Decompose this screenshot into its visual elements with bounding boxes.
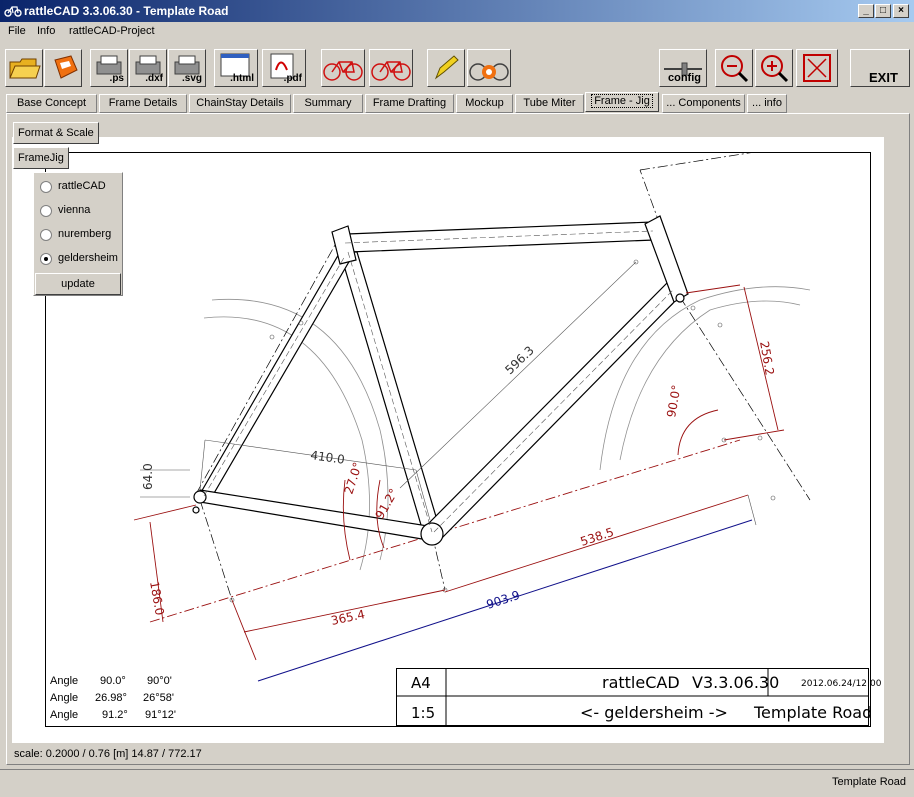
status-bar: Template Road <box>0 769 914 793</box>
drawing-date: 2012.06.24/12:00 <box>801 679 882 689</box>
radio-button[interactable] <box>40 205 52 217</box>
title-block: A4 rattleCAD V3.3.06.30 2012.06.24/12:00… <box>396 668 882 726</box>
dim-365: 365.4 <box>330 607 367 628</box>
status-project-name: Template Road <box>832 776 906 788</box>
angle-dms: 26°58' <box>143 692 174 704</box>
jig-option-label: vienna <box>58 204 91 216</box>
update-button[interactable]: update <box>35 273 121 295</box>
app-name: rattleCAD <box>602 673 680 692</box>
paper-format: A4 <box>411 674 431 692</box>
radio-button[interactable] <box>40 229 52 241</box>
jig-option-label: nuremberg <box>58 228 112 240</box>
dimension-lines <box>133 284 785 661</box>
jig-option-label: geldersheim <box>58 252 118 264</box>
frame-tubes <box>192 215 689 546</box>
dim-596: 596.3 <box>502 343 536 377</box>
dim-538: 538.5 <box>579 525 616 549</box>
app-version: V3.3.06.30 <box>692 673 780 692</box>
angle-270: 27.0° <box>342 460 365 495</box>
angle-degrees: 26.98° <box>95 692 127 704</box>
format-scale-button[interactable]: Format & Scale <box>13 122 99 144</box>
radio-button-selected[interactable] <box>40 253 52 265</box>
dim-410: 410.0 <box>310 448 346 467</box>
angle-degrees: 91.2° <box>102 709 128 721</box>
drawing-scale: 1:5 <box>411 704 436 722</box>
angle-label: Angle <box>50 692 79 704</box>
angle-90: 90.0° <box>664 384 683 419</box>
dim-256: 256.2 <box>757 340 777 376</box>
scale-readout: scale: 0.2000 / 0.76 [m] 14.87 / 772.17 <box>14 748 202 760</box>
jig-name: <- geldersheim -> <box>580 703 728 722</box>
dim-64: 64.0 <box>141 463 155 490</box>
jig-type-panel: rattleCAD vienna nuremberg geldersheim u… <box>33 172 123 296</box>
angle-degrees: 90.0° <box>100 675 126 687</box>
radio-button[interactable] <box>40 181 52 193</box>
framejig-button[interactable]: FrameJig <box>13 147 69 169</box>
dim-186: 186.0 <box>147 580 167 616</box>
angle-dms: 90°0' <box>147 675 172 687</box>
project-name: Template Road <box>754 703 873 722</box>
angle-label: Angle <box>50 675 79 687</box>
jig-option-label: rattleCAD <box>58 180 106 192</box>
dim-903: 903.9 <box>485 588 522 612</box>
angle-label: Angle <box>50 709 79 721</box>
angle-dms: 91°12' <box>145 709 176 721</box>
centerlines <box>195 153 811 601</box>
